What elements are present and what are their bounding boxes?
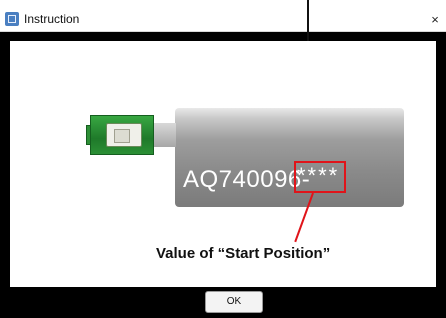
highlight-box [294, 161, 346, 193]
top-strip [0, 0, 446, 9]
instruction-image: AQ740096- **** Value of “Start Position” [10, 41, 436, 287]
model-number: AQ740096- [183, 166, 311, 193]
callout-caption: Value of “Start Position” [156, 245, 331, 262]
device-neck [152, 123, 176, 147]
ok-button[interactable]: OK [205, 291, 263, 313]
title-bar: Instruction × [0, 9, 446, 32]
app-icon [5, 12, 19, 26]
close-button[interactable]: × [424, 9, 446, 31]
dialog-window: Instruction × AQ740096- **** Value of “S… [0, 0, 446, 318]
connector-ferrule [106, 123, 142, 147]
window-title: Instruction [24, 12, 80, 26]
